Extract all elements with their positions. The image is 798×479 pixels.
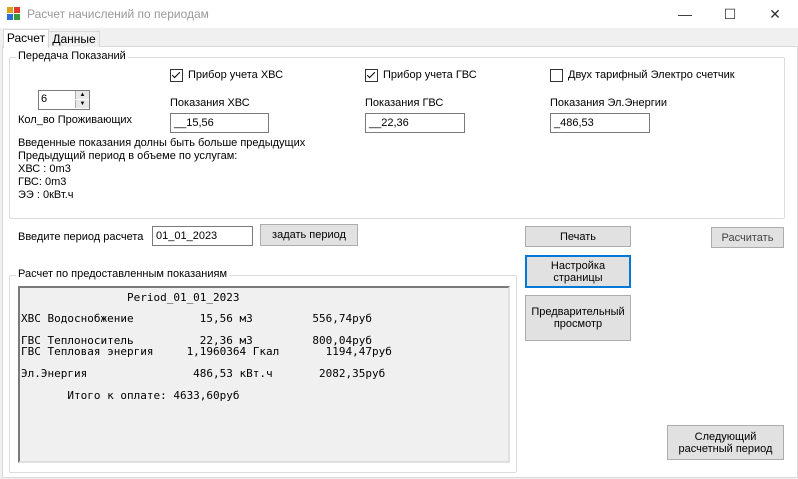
residents-value: 6 xyxy=(41,93,48,105)
total-line: Итого к оплате: 4633,60руб xyxy=(21,389,240,402)
calculate-button[interactable]: Расчитать xyxy=(711,227,784,248)
result-output-box[interactable]: Period_01_01_2023 ХВС Водоснобжение 15,5… xyxy=(18,286,510,463)
period-input[interactable]: 01_01_2023 xyxy=(152,226,253,246)
cold-meter-checkbox[interactable] xyxy=(170,69,183,82)
result-line: Period_01_01_2023 xyxy=(21,291,240,304)
spin-up-icon[interactable]: ▲ xyxy=(75,91,89,99)
next-period-button[interactable]: Следующий расчетный период xyxy=(667,425,784,460)
maximize-icon: ☐ xyxy=(723,6,737,22)
window-title: Расчет начислений по периодам xyxy=(27,7,209,21)
period-label: Введите период расчета xyxy=(18,231,144,243)
hot-reading-label: Показания ГВС xyxy=(365,97,444,109)
tab-raschet[interactable]: Расчет xyxy=(3,29,49,48)
result-line: ГВС Тепловая энергия 1,1960364 Гкал 1194… xyxy=(21,345,392,358)
result-group-legend: Расчет по предоставленным показаниям xyxy=(16,268,230,280)
app-icon xyxy=(7,7,20,20)
spin-down-icon[interactable]: ▼ xyxy=(75,100,89,108)
residents-label: Кол_во Проживающих xyxy=(18,114,133,126)
info-line: ЭЭ : 0кВт.ч xyxy=(18,189,74,201)
cold-reading-label: Показания ХВС xyxy=(170,97,250,109)
page-setup-button[interactable]: Настройка страницы xyxy=(525,255,631,288)
electro-reading-label: Показания Эл.Энергии xyxy=(550,97,667,109)
maximize-button[interactable]: ☐ xyxy=(707,0,753,28)
hot-reading-input[interactable]: __22,36 xyxy=(365,113,465,133)
residents-stepper[interactable]: 6 ▲ ▼ xyxy=(38,90,90,110)
close-button[interactable]: ✕ xyxy=(752,0,798,28)
result-line: ХВС Водоснобжение 15,56 м3 556,74руб xyxy=(21,312,372,325)
cold-reading-input[interactable]: __15,56 xyxy=(170,113,269,133)
minimize-icon: — xyxy=(678,6,692,22)
preview-button[interactable]: Предварительный просмотр xyxy=(525,295,631,341)
cold-meter-label: Прибор учета ХВС xyxy=(188,69,284,81)
info-line: Предыдущий период в объеме по услугам: xyxy=(18,150,238,162)
electro-meter-checkbox[interactable] xyxy=(550,69,563,82)
readings-group-legend: Передача Показаний xyxy=(16,50,128,62)
close-icon: ✕ xyxy=(769,6,781,22)
info-line: Введенные показания долны быть больше пр… xyxy=(18,137,306,149)
tab-dannye[interactable]: Данные xyxy=(48,31,100,47)
result-line: Эл.Энергия 486,53 кВт.ч 2082,35руб xyxy=(21,367,386,380)
set-period-button[interactable]: задать период xyxy=(260,224,358,246)
minimize-button[interactable]: — xyxy=(662,0,708,28)
title-bar: Расчет начислений по периодам — ☐ ✕ xyxy=(0,0,798,28)
hot-meter-label: Прибор учета ГВС xyxy=(383,69,477,81)
electro-reading-input[interactable]: _486,53 xyxy=(550,113,650,133)
electro-meter-label: Двух тарифный Электро счетчик xyxy=(568,69,735,81)
hot-meter-checkbox[interactable] xyxy=(365,69,378,82)
info-line: ГВС: 0m3 xyxy=(18,176,67,188)
print-button[interactable]: Печать xyxy=(525,226,631,247)
info-line: ХВС : 0m3 xyxy=(18,163,71,175)
